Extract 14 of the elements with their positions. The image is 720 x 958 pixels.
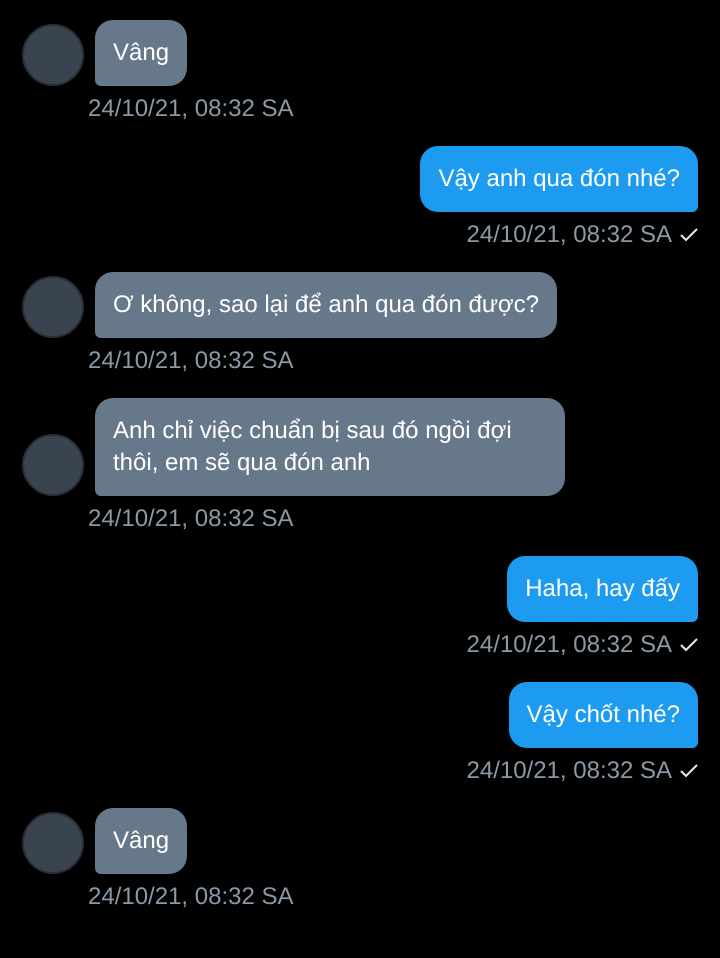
message-bubble: Vâng — [95, 20, 188, 86]
message-bubble: Anh chỉ việc chuẩn bị sau đó ngồi đợi thôi, em sẽ qua đón anh — [95, 398, 565, 496]
timestamp: 24/10/21, 08:32 SA — [466, 756, 672, 786]
message-bubble: Ơ không, sao lại để anh qua đón được? — [95, 272, 558, 338]
timestamp: 24/10/21, 08:32 SA — [88, 346, 294, 376]
message-bubble: Vâng — [95, 808, 188, 874]
timestamp: 24/10/21, 08:32 SA — [88, 504, 294, 534]
timestamp: 24/10/21, 08:32 SA — [88, 94, 294, 124]
message-bubble: Haha, hay đấy — [507, 556, 698, 622]
timestamp: 24/10/21, 08:32 SA — [466, 220, 672, 250]
message-bubble: Vậy chốt nhé? — [508, 682, 698, 748]
timestamp: 24/10/21, 08:32 SA — [466, 630, 672, 660]
message-bubble: Vậy anh qua đón nhé? — [420, 146, 698, 212]
timestamp: 24/10/21, 08:32 SA — [88, 882, 294, 912]
